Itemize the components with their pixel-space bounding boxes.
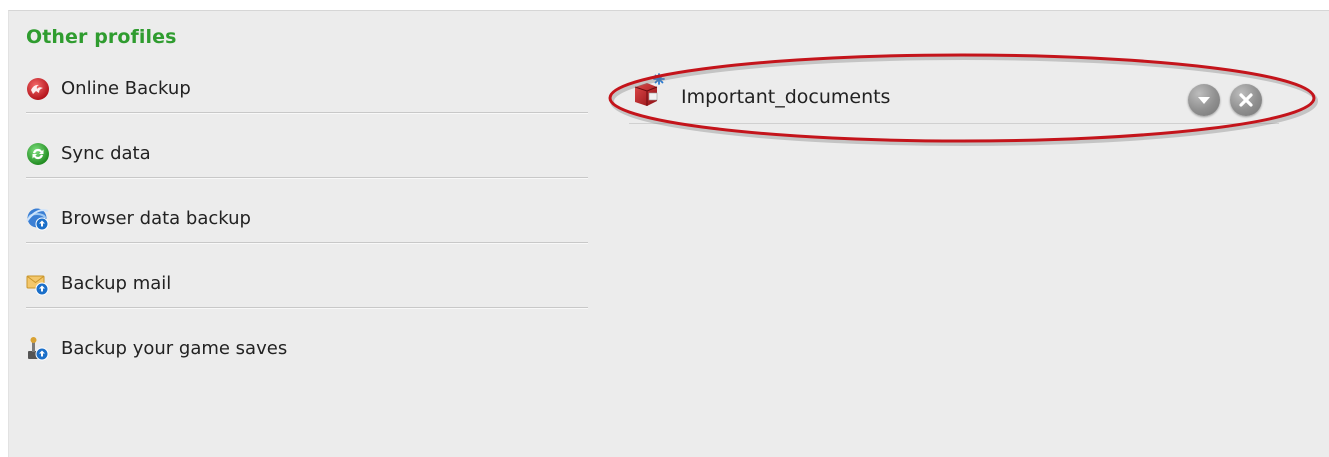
profile-item-backup-game-saves[interactable]: Backup your game saves xyxy=(26,317,588,382)
divider xyxy=(26,242,588,243)
profile-list: Online Backup Sync data Browser data bac… xyxy=(26,57,588,382)
new-profile-icon xyxy=(629,73,667,109)
profiles-panel: Other profiles Online Backup Sync data B… xyxy=(8,10,1329,457)
divider xyxy=(26,112,588,113)
profile-item-browser-data-backup[interactable]: Browser data backup xyxy=(26,187,588,252)
remove-button[interactable] xyxy=(1230,84,1262,116)
mail-backup-icon xyxy=(26,272,50,296)
divider xyxy=(26,177,588,178)
profile-label: Online Backup xyxy=(61,78,191,99)
divider xyxy=(26,307,588,308)
profile-item-backup-mail[interactable]: Backup mail xyxy=(26,252,588,317)
selected-profile-row[interactable]: Important_documents xyxy=(629,71,1279,124)
sync-icon xyxy=(26,142,50,166)
divider xyxy=(629,123,1279,124)
browser-backup-icon xyxy=(26,207,50,231)
profile-item-sync-data[interactable]: Sync data xyxy=(26,122,588,187)
profile-label: Backup your game saves xyxy=(61,338,288,359)
online-backup-icon xyxy=(26,77,50,101)
selected-profile-label: Important_documents xyxy=(681,86,891,108)
expand-icon xyxy=(1198,97,1210,104)
section-title: Other profiles xyxy=(26,26,177,48)
profile-label: Backup mail xyxy=(61,273,172,294)
profile-label: Browser data backup xyxy=(61,208,251,229)
profile-label: Sync data xyxy=(61,143,151,164)
game-saves-backup-icon xyxy=(26,337,50,361)
expand-button[interactable] xyxy=(1188,84,1220,116)
profile-item-online-backup[interactable]: Online Backup xyxy=(26,57,588,122)
remove-icon xyxy=(1239,93,1253,107)
